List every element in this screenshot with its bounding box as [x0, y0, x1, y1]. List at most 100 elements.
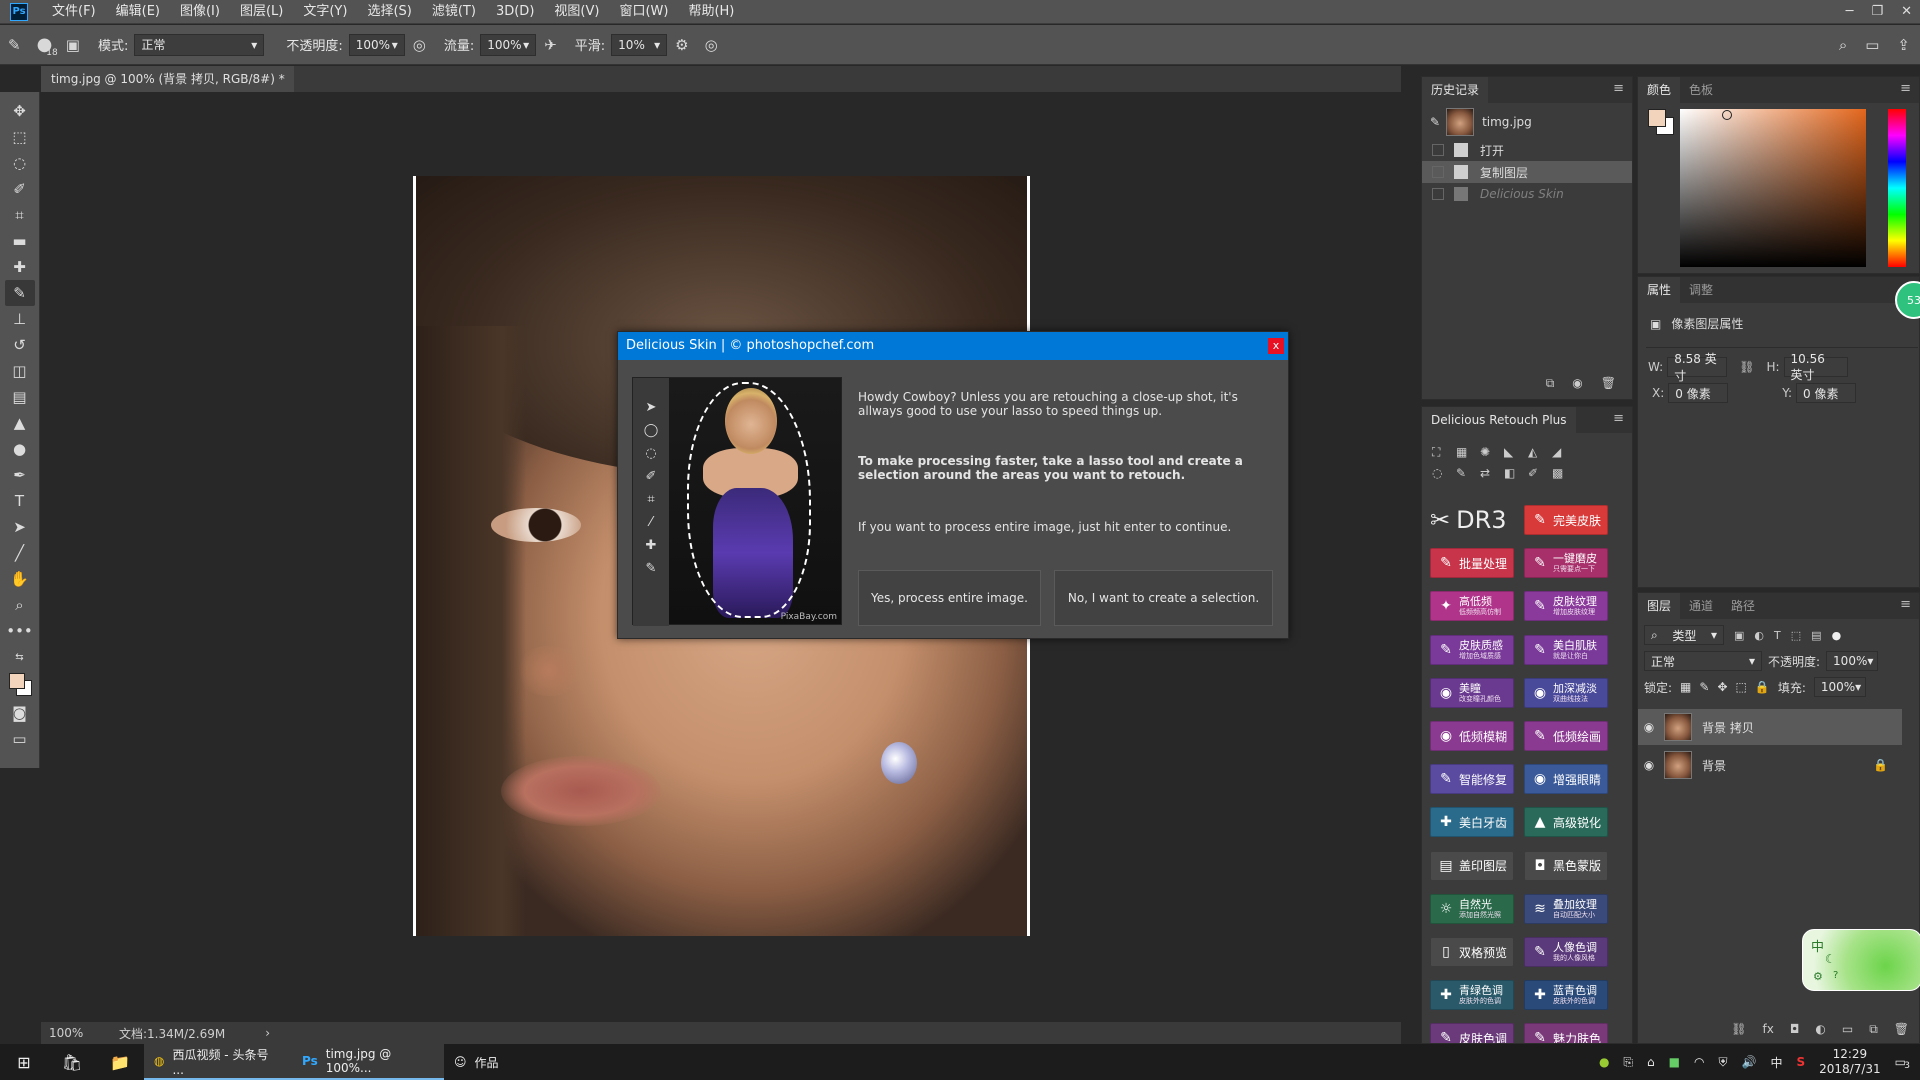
share-icon[interactable]: ⇪: [1897, 36, 1910, 54]
lock-pixels-icon[interactable]: ✎: [1699, 680, 1709, 694]
gear-icon[interactable]: ⚙: [675, 36, 688, 54]
foreground-color-swatch[interactable]: [1648, 109, 1666, 127]
retouch-button[interactable]: ▲ 高级锐化: [1524, 807, 1608, 838]
file-explorer-icon[interactable]: 📁: [96, 1044, 144, 1080]
chevron-right-icon[interactable]: ›: [265, 1026, 270, 1040]
store-icon[interactable]: 🛍: [48, 1044, 96, 1080]
panel-menu-icon[interactable]: ≡: [1900, 597, 1911, 612]
swap-colors-icon[interactable]: ⇆: [5, 644, 35, 670]
layer-filter-select[interactable]: ⌕ 类型 ▾: [1644, 625, 1724, 645]
move-tool-icon[interactable]: ✥: [5, 98, 35, 124]
lasso-tool-icon[interactable]: ◌: [5, 150, 35, 176]
type-tool-icon[interactable]: T: [5, 488, 35, 514]
tray-usb-icon[interactable]: ⎘: [1623, 1055, 1633, 1070]
menu-layer[interactable]: 图层(L): [230, 0, 293, 24]
retouch-button[interactable]: ◉ 增强眼睛: [1524, 764, 1608, 795]
history-source-box[interactable]: [1432, 166, 1444, 178]
tab-layers[interactable]: 图层: [1638, 593, 1681, 619]
new-document-icon[interactable]: ⧉: [1546, 376, 1555, 391]
retouch-button[interactable]: ✎ 魅力肤色: [1524, 1023, 1608, 1043]
menu-edit[interactable]: 编辑(E): [106, 0, 170, 24]
level-icon[interactable]: ◭: [1528, 445, 1552, 460]
eye-icon[interactable]: ◉: [1638, 758, 1660, 772]
help-icon[interactable]: ?: [1833, 970, 1838, 981]
tray-app-icon[interactable]: ●: [1599, 1055, 1609, 1069]
fit-screen-icon[interactable]: ⛶: [1432, 445, 1456, 460]
retouch-button[interactable]: ✚ 蓝青色调 皮肤外的色调: [1524, 980, 1608, 1011]
restore-icon[interactable]: ❐: [1871, 0, 1883, 24]
windows-start-icon[interactable]: ⊞: [0, 1044, 48, 1080]
camera-icon[interactable]: ◉: [1572, 376, 1582, 391]
clock[interactable]: 12:29 2018/7/31: [1819, 1047, 1881, 1077]
trash-icon[interactable]: 🗑: [1894, 1022, 1909, 1037]
menu-3d[interactable]: 3D(D): [486, 0, 544, 24]
new-layer-icon[interactable]: ⧉: [1869, 1022, 1878, 1037]
retouch-button[interactable]: ✚ 美白牙齿: [1430, 807, 1514, 838]
link-layers-icon[interactable]: ⛓: [1731, 1022, 1746, 1037]
menu-image[interactable]: 图像(I): [170, 0, 230, 24]
heal-icon[interactable]: ✐: [1528, 466, 1552, 480]
tray-language[interactable]: 中: [1770, 1054, 1782, 1071]
line-tool-icon[interactable]: ╱: [5, 540, 35, 566]
retouch-button[interactable]: ✎ 皮肤纹理 增加皮肤纹理: [1524, 591, 1608, 622]
filter-adjust-icon[interactable]: ◐: [1754, 629, 1764, 642]
more-tools-icon[interactable]: •••: [5, 618, 35, 644]
path-select-tool-icon[interactable]: ➤: [5, 514, 35, 540]
zoom-level[interactable]: 100%: [49, 1026, 119, 1040]
retouch-button[interactable]: ✎ 低频绘画: [1524, 721, 1608, 751]
dialog-close-button[interactable]: x: [1268, 338, 1284, 354]
trash-icon[interactable]: 🗑: [1601, 376, 1616, 391]
smooth-field[interactable]: 10% ▾: [611, 33, 668, 56]
layer-opacity-field[interactable]: 100% ▾: [1826, 651, 1879, 671]
fx-icon[interactable]: fx: [1763, 1022, 1774, 1037]
retouch-button[interactable]: ◉ 加深减淡 双曲线技法: [1524, 677, 1608, 708]
gear-icon[interactable]: ⚙: [1813, 970, 1823, 983]
tray-sogou-icon[interactable]: S: [1796, 1055, 1805, 1069]
history-snapshot[interactable]: ✎ timg.jpg: [1422, 105, 1632, 139]
layer-row[interactable]: ◉ 背景 🔒: [1638, 747, 1902, 783]
tab-color[interactable]: 颜色: [1638, 77, 1681, 103]
brush-icon[interactable]: ✎: [1456, 466, 1480, 480]
history-source-box[interactable]: [1432, 144, 1444, 156]
pressure-opacity-icon[interactable]: ◎: [413, 36, 426, 54]
adjustment-layer-icon[interactable]: ◐: [1815, 1022, 1825, 1037]
brush-settings-icon[interactable]: ▣: [66, 36, 80, 54]
retouch-button[interactable]: ✎ 美白肌肤 就是让你白: [1524, 634, 1608, 665]
brush-tool-icon[interactable]: ✎: [4, 280, 35, 306]
lasso-icon[interactable]: ◌: [1432, 466, 1456, 480]
texture-icon[interactable]: ▩: [1552, 466, 1576, 480]
foreground-color-swatch[interactable]: [8, 673, 25, 689]
tab-channels[interactable]: 通道: [1680, 593, 1722, 619]
dodge-tool-icon[interactable]: ●: [5, 436, 35, 462]
filter-pixel-icon[interactable]: ▣: [1734, 629, 1744, 642]
flow-field[interactable]: 100% ▾: [480, 33, 537, 56]
retouch-button[interactable]: ◉ 美瞳 改变瞳孔颜色: [1430, 677, 1514, 708]
gradient-tool-icon[interactable]: ▤: [5, 384, 35, 410]
eye-icon[interactable]: ◉: [1638, 720, 1660, 734]
tab-adjustments[interactable]: 调整: [1680, 277, 1722, 303]
hand-tool-icon[interactable]: ✋: [5, 566, 35, 592]
width-field[interactable]: 8.58 英寸: [1667, 352, 1728, 383]
retouch-button[interactable]: ☼ 自然光 添加自然光照: [1430, 893, 1514, 924]
link-icon[interactable]: ⛓: [1739, 360, 1754, 374]
notification-icon[interactable]: ▭ 3: [1895, 1055, 1910, 1071]
pen-tool-icon[interactable]: ✒: [5, 462, 35, 488]
retouch-button[interactable]: ✎ 智能修复: [1430, 764, 1514, 795]
lock-position-icon[interactable]: ✥: [1717, 680, 1727, 694]
history-source-box[interactable]: [1432, 188, 1444, 200]
layer-row[interactable]: ◉ 背景 拷贝: [1638, 709, 1902, 745]
add-mask-icon[interactable]: ◘: [1790, 1022, 1800, 1037]
level-icon[interactable]: ◢: [1552, 445, 1576, 460]
history-brush-tool-icon[interactable]: ↺: [5, 332, 35, 358]
airbrush-icon[interactable]: ✈: [544, 36, 557, 54]
wifi-icon[interactable]: ◠: [1694, 1055, 1704, 1069]
retouch-button[interactable]: ▯ 双格预览: [1430, 937, 1514, 967]
new-group-icon[interactable]: ▭: [1842, 1022, 1853, 1037]
tab-paths[interactable]: 路径: [1722, 593, 1764, 619]
panel-menu-icon[interactable]: ≡: [1613, 411, 1624, 426]
lock-transparent-icon[interactable]: ▦: [1680, 680, 1691, 694]
retouch-button[interactable]: ✎ 皮肤色调: [1430, 1023, 1514, 1043]
retouch-button[interactable]: ✎ 人像色调 我的人像风格: [1524, 937, 1608, 967]
quick-mask-icon[interactable]: ◙: [5, 700, 35, 726]
blur-tool-icon[interactable]: ▲: [5, 410, 35, 436]
